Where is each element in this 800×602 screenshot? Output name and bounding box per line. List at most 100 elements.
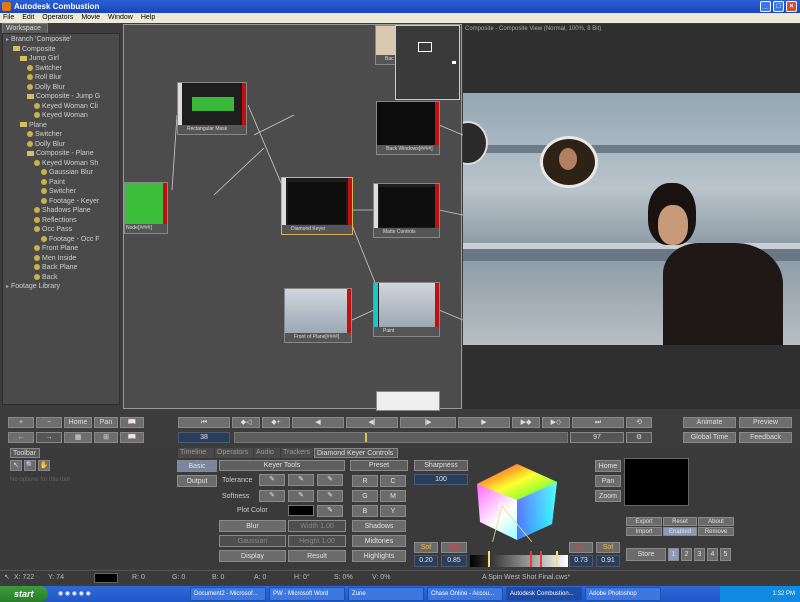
pan-button[interactable]: Pan bbox=[94, 417, 118, 428]
taskbar-item[interactable]: Chase Online - Accou... bbox=[427, 587, 503, 601]
quick-launch-icons[interactable]: ◉ ◉ ◉ ◉ ◉ bbox=[58, 590, 91, 597]
blur-button[interactable]: Blur bbox=[219, 520, 286, 532]
tree-item[interactable]: Reflections bbox=[34, 216, 77, 225]
tree-item[interactable]: Dolly Blur bbox=[27, 140, 65, 149]
eyedropper-icon[interactable]: ✎ bbox=[317, 474, 343, 486]
tree-item[interactable]: Footage - Occ F bbox=[41, 235, 100, 244]
feedback-button[interactable]: Feedback bbox=[739, 432, 792, 443]
tree-item[interactable]: Jump Girl bbox=[20, 54, 59, 63]
value-field-1[interactable]: 0.20 bbox=[414, 555, 438, 567]
taskbar-item[interactable]: Document2 - Microsof... bbox=[190, 587, 266, 601]
tree-item[interactable]: ▸ Footage Library bbox=[6, 282, 60, 291]
tree-item[interactable]: Keyed Woman bbox=[34, 111, 88, 120]
node-paint[interactable]: Paint bbox=[373, 282, 440, 337]
timeline-playhead[interactable] bbox=[365, 433, 367, 442]
result-dropdown[interactable]: Result bbox=[288, 550, 346, 562]
tab-operators[interactable]: Operators bbox=[215, 448, 253, 458]
menu-edit[interactable]: Edit bbox=[22, 14, 34, 21]
value-field-2[interactable]: 0.85 bbox=[441, 555, 467, 567]
tree-item[interactable]: Shadows Plane bbox=[34, 206, 91, 215]
eyedropper-icon[interactable]: ✎ bbox=[288, 474, 314, 486]
preset-g[interactable]: G bbox=[352, 490, 378, 502]
layout-icon[interactable]: ▦ bbox=[64, 432, 92, 443]
tree-item[interactable]: Footage - Keyer bbox=[41, 197, 99, 206]
taskbar-item[interactable]: Autodesk Combustion... bbox=[506, 587, 582, 601]
preset-m[interactable]: M bbox=[380, 490, 406, 502]
store-button[interactable]: Store bbox=[626, 548, 666, 561]
eyedropper-icon[interactable]: ✎ bbox=[317, 505, 343, 517]
node-matte-controls[interactable]: Matte Controls bbox=[373, 183, 440, 238]
animate-button[interactable]: Animate bbox=[683, 417, 736, 428]
node-bottom[interactable] bbox=[376, 391, 440, 411]
tree-item[interactable]: Switcher bbox=[27, 130, 62, 139]
tree-item[interactable]: Dolly Blur bbox=[27, 83, 65, 92]
book-icon[interactable]: 📖 bbox=[120, 417, 144, 428]
tree-item[interactable]: Front Plane bbox=[34, 244, 78, 253]
eyedropper-icon[interactable]: ✎ bbox=[259, 474, 285, 486]
highlights-button[interactable]: Highlights bbox=[352, 550, 406, 562]
tab-timeline[interactable]: Timeline bbox=[178, 448, 214, 458]
settings-icon[interactable]: ⚙ bbox=[626, 432, 652, 443]
step-forward-icon[interactable]: |▶ bbox=[400, 417, 456, 428]
menu-movie[interactable]: Movie bbox=[81, 14, 100, 21]
hand-tool-icon[interactable]: ✋ bbox=[38, 460, 50, 471]
remove-button[interactable]: Remove bbox=[698, 527, 734, 536]
tree-item[interactable]: Switcher bbox=[41, 187, 76, 196]
export-button[interactable]: Export bbox=[626, 517, 662, 526]
tab-trackers[interactable]: Trackers bbox=[281, 448, 313, 458]
tree-item[interactable]: ▸ Branch 'Composite' bbox=[6, 35, 71, 44]
eyedropper-icon[interactable]: ✎ bbox=[259, 490, 285, 502]
tree-item[interactable]: Gaussian Blur bbox=[41, 168, 93, 177]
height-field[interactable]: Height 1.00 bbox=[288, 535, 346, 547]
reset-button[interactable]: Reset bbox=[663, 517, 697, 526]
tree-item[interactable]: Back bbox=[34, 273, 58, 282]
shadows-button[interactable]: Shadows bbox=[352, 520, 406, 532]
tree-item[interactable]: Keyed Woman Sh bbox=[34, 159, 98, 168]
tree-item[interactable]: Composite - Plane bbox=[27, 149, 94, 158]
value-field-3[interactable]: 0.73 bbox=[569, 555, 593, 567]
zoom-in-button[interactable]: + bbox=[8, 417, 34, 428]
menu-file[interactable]: File bbox=[3, 14, 14, 21]
preset-y[interactable]: Y bbox=[380, 505, 406, 517]
menu-window[interactable]: Window bbox=[108, 14, 133, 21]
node-diamond-keyer[interactable]: Diamond Keyer bbox=[281, 177, 353, 235]
forward-arrow-button[interactable]: → bbox=[36, 432, 62, 443]
key-last-icon[interactable]: ▶◇ bbox=[542, 417, 570, 428]
play-icon[interactable]: ▶ bbox=[458, 417, 510, 428]
node-back-windows[interactable]: Back Windows[####] bbox=[376, 101, 440, 155]
taskbar-item[interactable]: Adobe Photoshop bbox=[585, 587, 661, 601]
workspace-tab[interactable]: Workspace bbox=[2, 23, 48, 33]
luma-gradient-slider[interactable] bbox=[470, 551, 568, 567]
tree-item[interactable]: Plane bbox=[20, 121, 47, 130]
sharpness-field[interactable]: 100 bbox=[414, 474, 468, 485]
store-slot-2[interactable]: 2 bbox=[681, 548, 692, 561]
key-add-icon[interactable]: ◆+ bbox=[262, 417, 290, 428]
preset-c[interactable]: C bbox=[380, 475, 406, 487]
book-icon[interactable]: 📖 bbox=[120, 432, 144, 443]
preset-r[interactable]: R bbox=[352, 475, 378, 487]
eyedropper-icon[interactable]: ✎ bbox=[288, 490, 314, 502]
view-home-button[interactable]: Home bbox=[595, 460, 621, 472]
node-top[interactable]: Bac bbox=[375, 25, 398, 65]
midtones-button[interactable]: Midtones bbox=[352, 535, 406, 547]
menu-help[interactable]: Help bbox=[141, 14, 155, 21]
tab-toolbar[interactable]: Toolbar bbox=[10, 448, 40, 458]
store-slot-3[interactable]: 3 bbox=[694, 548, 705, 561]
color-cube[interactable] bbox=[472, 462, 562, 542]
tree-item[interactable]: Keyed Woman Cli bbox=[34, 102, 98, 111]
schematic-navigator[interactable] bbox=[395, 25, 460, 100]
menu-operators[interactable]: Operators bbox=[42, 14, 73, 21]
store-slot-1[interactable]: 1 bbox=[668, 548, 679, 561]
tree-item[interactable]: Roll Blur bbox=[27, 73, 61, 82]
import-button[interactable]: Import bbox=[626, 527, 662, 536]
arrow-tool-icon[interactable]: ↖ bbox=[10, 460, 22, 471]
about-button[interactable]: About bbox=[698, 517, 734, 526]
end-frame-field[interactable]: 97 bbox=[570, 432, 624, 443]
tree-item[interactable]: Composite bbox=[13, 45, 55, 54]
node-front-of-plane[interactable]: Front of Plane[####] bbox=[284, 288, 352, 343]
taskbar-item[interactable]: PW - Microsoft Word bbox=[269, 587, 345, 601]
taskbar-item[interactable]: Zune bbox=[348, 587, 424, 601]
width-field[interactable]: Width 1.00 bbox=[288, 520, 346, 532]
preview-button[interactable]: Preview bbox=[739, 417, 792, 428]
current-frame-field[interactable]: 38 bbox=[178, 432, 230, 443]
